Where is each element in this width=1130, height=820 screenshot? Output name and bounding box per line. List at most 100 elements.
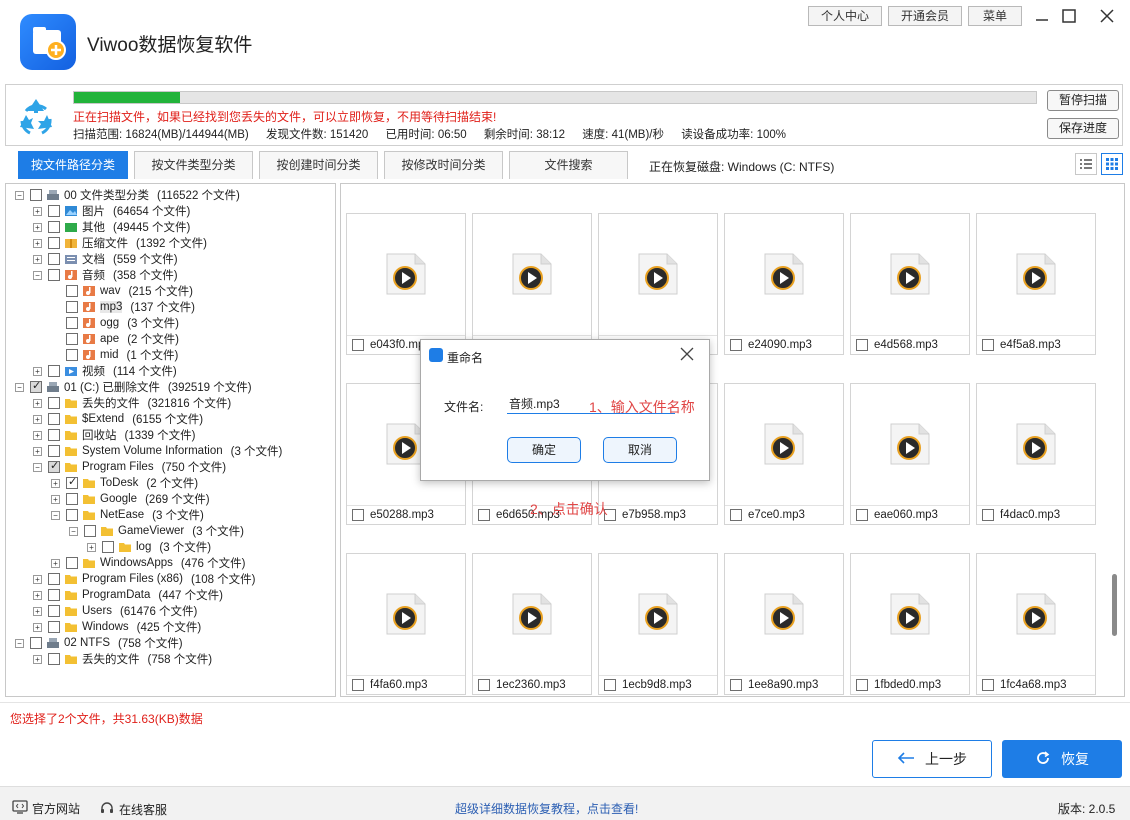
tree-checkbox[interactable] <box>48 573 60 585</box>
file-checkbox[interactable] <box>352 339 364 351</box>
tree-node[interactable]: + 压缩文件 (1392 个文件) <box>33 235 207 251</box>
minimize-icon[interactable] <box>1031 5 1053 27</box>
tree-node[interactable]: ape (2 个文件) <box>51 331 179 347</box>
tree-node[interactable]: + Program Files (x86) (108 个文件) <box>33 571 256 587</box>
file-checkbox[interactable] <box>982 339 994 351</box>
expand-icon[interactable]: + <box>33 654 42 664</box>
expand-icon[interactable]: + <box>33 366 42 376</box>
expand-icon[interactable]: + <box>33 590 42 600</box>
collapse-icon[interactable]: − <box>15 382 24 392</box>
pause-scan-button[interactable]: 暂停扫描 <box>1047 90 1119 111</box>
close-icon[interactable] <box>1096 5 1118 27</box>
tree-node[interactable]: + 文档 (559 个文件) <box>33 251 178 267</box>
tree-node[interactable]: − 01 (C:) 已删除文件 (392519 个文件) <box>15 379 252 395</box>
file-checkbox[interactable] <box>352 679 364 691</box>
collapse-icon[interactable]: − <box>33 462 42 472</box>
tree-node[interactable]: − NetEase (3 个文件) <box>51 507 204 523</box>
file-card[interactable]: 1fc4a68.mp3 <box>976 553 1096 695</box>
tab-by-created-time[interactable]: 按创建时间分类 <box>259 151 378 179</box>
file-checkbox[interactable] <box>478 679 490 691</box>
file-checkbox[interactable] <box>982 509 994 521</box>
personal-center-button[interactable]: 个人中心 <box>808 6 882 26</box>
collapse-icon[interactable]: − <box>51 510 60 520</box>
file-card[interactable]: f4dac0.mp3 <box>976 383 1096 525</box>
tree-checkbox[interactable] <box>48 221 60 233</box>
file-card[interactable]: eae060.mp3 <box>850 383 970 525</box>
tab-by-type[interactable]: 按文件类型分类 <box>134 151 253 179</box>
list-view-icon[interactable] <box>1075 153 1097 175</box>
tree-node[interactable]: + 丢失的文件 (321816 个文件) <box>33 395 231 411</box>
expand-icon[interactable]: + <box>51 478 60 488</box>
file-checkbox[interactable] <box>604 679 616 691</box>
expand-icon[interactable]: + <box>33 414 42 424</box>
tab-file-search[interactable]: 文件搜索 <box>509 151 628 179</box>
collapse-icon[interactable]: − <box>69 526 78 536</box>
tree-node[interactable]: + System Volume Information (3 个文件) <box>33 443 282 459</box>
file-card[interactable] <box>598 213 718 355</box>
file-checkbox[interactable] <box>730 339 742 351</box>
tree-checkbox[interactable] <box>66 285 78 297</box>
tree-checkbox[interactable] <box>30 379 42 393</box>
online-support-link[interactable]: 在线客服 <box>99 800 167 819</box>
grid-scrollbar[interactable] <box>1112 574 1117 636</box>
tree-checkbox[interactable] <box>48 653 60 665</box>
prev-step-button[interactable]: 上一步 <box>872 740 992 778</box>
file-card[interactable]: 1ec2360.mp3 <box>472 553 592 695</box>
tree-node[interactable]: + 其他 (49445 个文件) <box>33 219 190 235</box>
file-card[interactable]: e4f5a8.mp3 <box>976 213 1096 355</box>
collapse-icon[interactable]: − <box>15 638 24 648</box>
expand-icon[interactable]: + <box>87 542 96 552</box>
tree-checkbox[interactable] <box>102 541 114 553</box>
expand-icon[interactable]: + <box>33 606 42 616</box>
grid-view-icon[interactable] <box>1101 153 1123 175</box>
tree-checkbox[interactable] <box>48 253 60 265</box>
file-card[interactable]: 1ee8a90.mp3 <box>724 553 844 695</box>
file-checkbox[interactable] <box>352 509 364 521</box>
file-checkbox[interactable] <box>478 509 490 521</box>
vip-button[interactable]: 开通会员 <box>888 6 962 26</box>
tutorial-link[interactable]: 超级详细数据恢复教程，点击查看! <box>455 800 638 817</box>
tree-node[interactable]: + 图片 (64654 个文件) <box>33 203 190 219</box>
expand-icon[interactable]: + <box>33 574 42 584</box>
tree-node[interactable]: + WindowsApps (476 个文件) <box>51 555 245 571</box>
tree-checkbox[interactable] <box>48 205 60 217</box>
tree-checkbox[interactable] <box>30 189 42 201</box>
save-progress-button[interactable]: 保存进度 <box>1047 118 1119 139</box>
tree-node[interactable]: − 00 文件类型分类 (116522 个文件) <box>15 187 240 203</box>
file-checkbox[interactable] <box>856 339 868 351</box>
cancel-button[interactable]: 取消 <box>603 437 677 463</box>
tree-checkbox[interactable] <box>48 589 60 601</box>
tab-by-modified-time[interactable]: 按修改时间分类 <box>384 151 503 179</box>
tree-node[interactable]: + 丢失的文件 (758 个文件) <box>33 651 212 667</box>
tree-checkbox[interactable] <box>48 621 60 633</box>
tree-node[interactable]: + 视频 (114 个文件) <box>33 363 177 379</box>
expand-icon[interactable]: + <box>51 558 60 568</box>
recover-button[interactable]: 恢复 <box>1002 740 1122 778</box>
file-card[interactable]: e7ce0.mp3 <box>724 383 844 525</box>
maximize-icon[interactable] <box>1058 5 1080 27</box>
file-checkbox[interactable] <box>856 679 868 691</box>
tree-checkbox[interactable] <box>66 317 78 329</box>
tree-node[interactable]: − Program Files (750 个文件) <box>33 459 226 475</box>
tree-node[interactable]: − GameViewer (3 个文件) <box>69 523 244 539</box>
tree-checkbox[interactable] <box>48 397 60 409</box>
file-card[interactable]: 1ecb9d8.mp3 <box>598 553 718 695</box>
tree-node[interactable]: + Windows (425 个文件) <box>33 619 201 635</box>
tree-checkbox[interactable] <box>66 557 78 569</box>
tree-checkbox[interactable] <box>48 429 60 441</box>
official-website-link[interactable]: 官方网站 <box>12 800 80 817</box>
file-card[interactable] <box>472 213 592 355</box>
collapse-icon[interactable]: − <box>15 190 24 200</box>
expand-icon[interactable]: + <box>33 206 42 216</box>
tree-checkbox[interactable] <box>66 509 78 521</box>
tree-checkbox[interactable] <box>48 605 60 617</box>
dialog-close-icon[interactable] <box>678 345 696 363</box>
tree-checkbox[interactable] <box>48 413 60 425</box>
tab-by-path[interactable]: 按文件路径分类 <box>18 151 128 179</box>
tree-node[interactable]: + Users (61476 个文件) <box>33 603 197 619</box>
tree-checkbox[interactable] <box>66 493 78 505</box>
expand-icon[interactable]: + <box>33 622 42 632</box>
file-card[interactable]: e043f0.mp3 <box>346 213 466 355</box>
expand-icon[interactable]: + <box>51 494 60 504</box>
tree-checkbox[interactable] <box>66 333 78 345</box>
